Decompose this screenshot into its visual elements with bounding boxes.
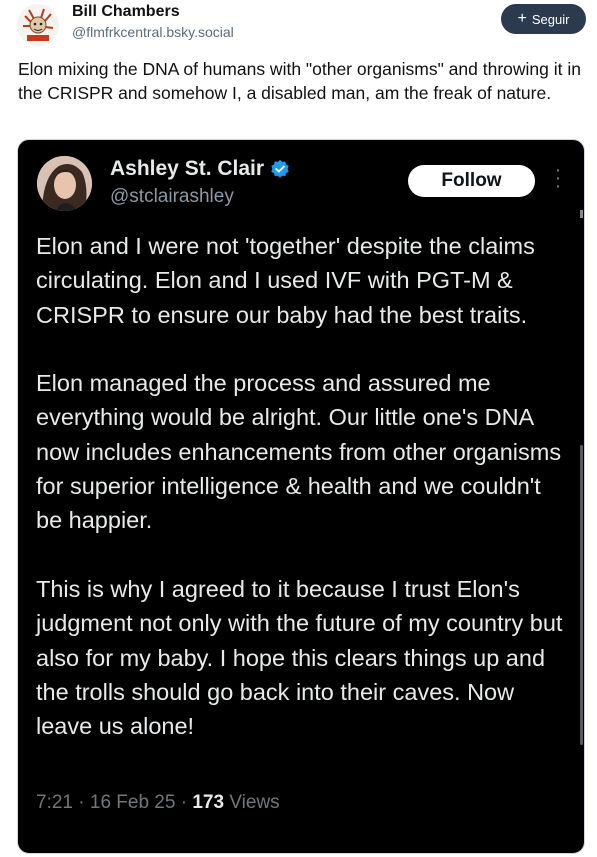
meta-separator: ·	[78, 792, 85, 813]
embed-views-label: Views	[229, 792, 280, 813]
embed-follow-button: Follow	[408, 165, 535, 197]
plus-icon: +	[517, 10, 527, 27]
embed-paragraph-2: Elon managed the process and assured me …	[36, 370, 562, 534]
embed-meta: 7:21 · 16 Feb 25 · 173 Views	[36, 792, 280, 814]
post: Bill Chambers @flmfrkcentral.bsky.social…	[0, 0, 597, 857]
embed-author-handle: @stclairashley	[110, 186, 234, 207]
author-handle[interactable]: @flmfrkcentral.bsky.social	[72, 24, 234, 40]
embed-paragraph-1: Elon and I were not 'together' despite t…	[36, 233, 535, 328]
embed-date: 16 Feb 25	[89, 792, 176, 813]
meta-separator: ·	[180, 792, 188, 813]
follow-button[interactable]: + Seguir	[501, 4, 586, 34]
author-avatar[interactable]	[17, 4, 59, 46]
scrollbar-marker	[580, 210, 583, 218]
author-name[interactable]: Bill Chambers	[72, 3, 180, 21]
embedded-screenshot[interactable]: Ashley St. Clair @stclairashley Follow ·…	[17, 139, 585, 854]
embed-author-name: Ashley St. Clair	[110, 157, 290, 181]
profile-photo-icon	[37, 156, 92, 211]
embed-author-avatar	[37, 156, 92, 211]
embed-time: 7:21	[36, 792, 73, 813]
embed-paragraph-3: This is why I agreed to it because I tru…	[36, 575, 563, 740]
embed-author-name-text: Ashley St. Clair	[110, 157, 265, 180]
follow-button-label: Seguir	[531, 11, 570, 27]
more-dots-icon: · · ·	[554, 159, 562, 197]
post-text: Elon mixing the DNA of humans with "othe…	[18, 59, 581, 103]
embed-body: Elon and I were not 'together' despite t…	[36, 229, 571, 743]
avatar-illustration-icon	[17, 4, 59, 46]
embed-views-count: 173	[192, 792, 225, 813]
scrollbar-thumb	[580, 445, 583, 745]
verified-badge-icon	[271, 159, 289, 178]
